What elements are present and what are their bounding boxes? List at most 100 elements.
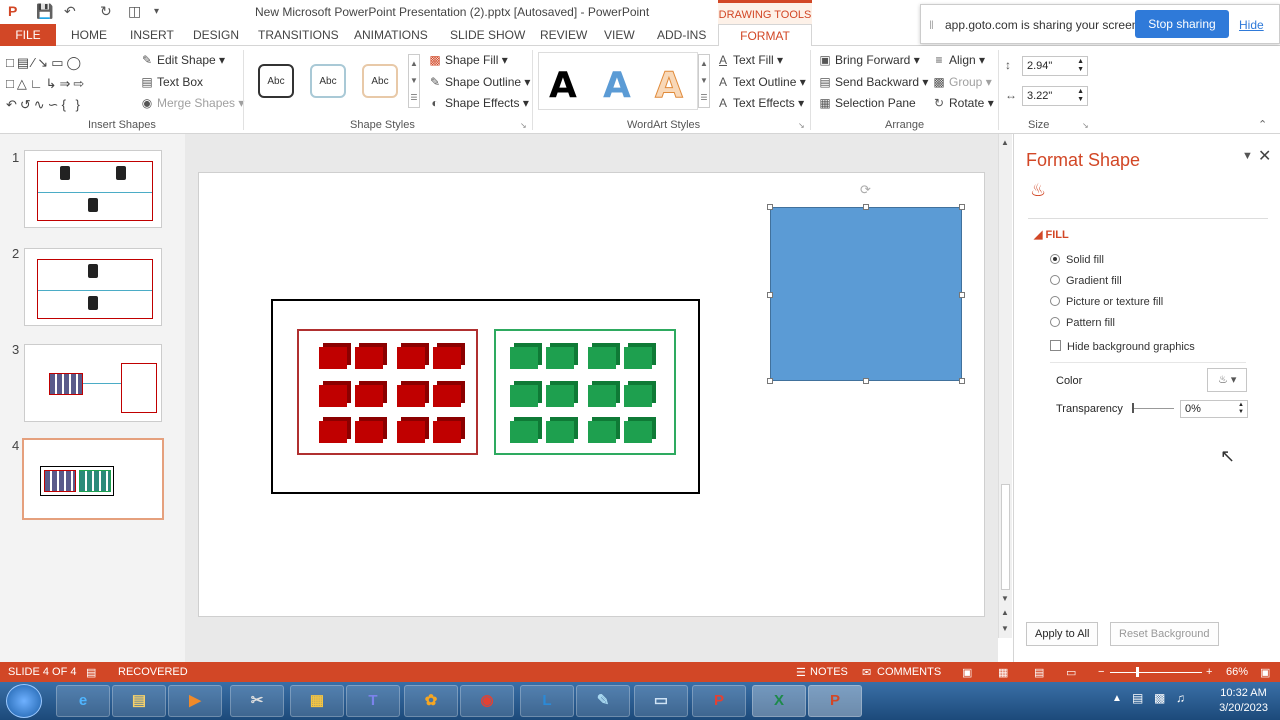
internet-explorer-icon[interactable]: e — [56, 685, 110, 717]
green-box-group[interactable] — [494, 329, 676, 455]
text-outline-button[interactable]: A Text Outline ▾ — [716, 75, 806, 89]
pattern-fill-option[interactable]: Pattern fill — [1050, 317, 1115, 329]
slide-thumbnail-3[interactable] — [24, 344, 162, 422]
shape-outline-button[interactable]: ✎ Shape Outline ▾ — [428, 75, 530, 89]
tab-insert[interactable]: INSERT — [130, 28, 174, 42]
slide-thumbnail-1[interactable] — [24, 150, 162, 228]
resize-handle[interactable] — [767, 204, 773, 210]
selected-blue-rectangle[interactable]: ⟳ — [767, 182, 965, 384]
height-spinner-icon[interactable]: ▲ ▼ — [1077, 58, 1084, 74]
file-explorer-icon[interactable]: ▤ — [112, 685, 166, 717]
show-hidden-icons-icon[interactable]: ▲ — [1112, 693, 1122, 704]
outer-group-rectangle[interactable] — [271, 299, 700, 494]
wordart-style-black[interactable]: A — [549, 65, 577, 106]
customize-quick-access-icon[interactable]: ▾ — [154, 6, 159, 17]
app-icon[interactable]: ✿ — [404, 685, 458, 717]
notes-button[interactable]: NOTES — [810, 666, 848, 678]
tab-format[interactable]: FORMAT — [718, 24, 812, 47]
spelling-icon[interactable]: ▤ — [86, 666, 96, 679]
text-fill-button[interactable]: A Text Fill ▾ — [716, 53, 783, 67]
radio[interactable] — [1050, 296, 1060, 306]
hide-link[interactable]: Hide — [1239, 18, 1264, 32]
slide-canvas[interactable]: ⟳ — [198, 172, 985, 617]
green-cube[interactable] — [510, 347, 538, 369]
chrome-icon[interactable]: ◉ — [460, 685, 514, 717]
reading-view-icon[interactable]: ▤ — [1034, 666, 1044, 679]
red-cube[interactable] — [319, 347, 347, 369]
pdf-app-icon[interactable]: P — [692, 685, 746, 717]
drag-handle-icon[interactable]: ‖ — [929, 18, 934, 32]
edit-shape-button[interactable]: ✎ Edit Shape ▾ — [140, 53, 225, 67]
slide-thumbnail-2[interactable] — [24, 248, 162, 326]
tab-home[interactable]: HOME — [71, 28, 107, 42]
green-cube[interactable] — [624, 385, 652, 407]
collapse-ribbon-icon[interactable]: ⌃ — [1258, 118, 1267, 131]
screen-app-icon[interactable]: ▭ — [634, 685, 688, 717]
resize-handle[interactable] — [767, 292, 773, 298]
dialog-launcher-icon[interactable]: ↘ — [520, 121, 527, 130]
red-cube[interactable] — [433, 347, 461, 369]
red-cube[interactable] — [397, 347, 425, 369]
lync-icon[interactable]: L — [520, 685, 574, 717]
shape-effects-button[interactable]: ◐ Shape Effects ▾ — [428, 96, 528, 110]
dialog-launcher-icon[interactable]: ↘ — [1082, 121, 1089, 130]
align-button[interactable]: ≡ Align ▾ — [932, 53, 985, 67]
green-cube[interactable] — [546, 347, 574, 369]
tab-design[interactable]: DESIGN — [193, 28, 239, 42]
text-effects-button[interactable]: A Text Effects ▾ — [716, 96, 804, 110]
fit-slide-icon[interactable]: ▣ — [1260, 666, 1270, 679]
zoom-slider[interactable] — [1110, 667, 1202, 677]
merge-shapes-button[interactable]: ◉ Merge Shapes ▾ — [140, 96, 245, 110]
teams-icon[interactable]: T — [346, 685, 400, 717]
wordart-gallery[interactable]: A A A — [538, 52, 698, 110]
red-cube[interactable] — [397, 385, 425, 407]
red-cube[interactable] — [319, 385, 347, 407]
tab-animations[interactable]: ANIMATIONS — [354, 28, 428, 42]
red-cube[interactable] — [433, 385, 461, 407]
comments-button[interactable]: COMMENTS — [877, 666, 941, 678]
green-cube[interactable] — [510, 385, 538, 407]
resize-handle[interactable] — [959, 204, 965, 210]
resize-handle[interactable] — [863, 204, 869, 210]
gradient-fill-option[interactable]: Gradient fill — [1050, 275, 1122, 287]
signal-icon[interactable]: ▩ — [1154, 691, 1165, 705]
slider-thumb[interactable] — [1132, 403, 1134, 413]
scroll-down-icon[interactable]: ▼ — [1001, 594, 1009, 603]
green-cube[interactable] — [588, 347, 616, 369]
red-cube[interactable] — [355, 347, 383, 369]
selection-pane-button[interactable]: ▦ Selection Pane — [818, 96, 915, 110]
shape-width-input[interactable]: 3.22" ▲ ▼ — [1022, 86, 1088, 106]
powerpoint-taskbar-icon[interactable]: P — [808, 685, 862, 717]
rotate-handle-icon[interactable]: ⟳ — [860, 182, 871, 198]
radio[interactable] — [1050, 317, 1060, 327]
slide-sorter-icon[interactable]: ▦ — [998, 666, 1008, 679]
next-slide-icon[interactable]: ▼ — [1001, 624, 1009, 633]
scrollbar-thumb[interactable] — [1001, 484, 1010, 590]
solid-fill-option[interactable]: Solid fill — [1050, 254, 1104, 266]
reset-background-button[interactable]: Reset Background — [1110, 622, 1219, 646]
snipping-tool-icon[interactable]: ✂ — [230, 685, 284, 717]
fill-section-header[interactable]: ◢ FILL — [1034, 228, 1069, 241]
slideshow-icon[interactable]: ▭ — [1066, 666, 1076, 679]
wordart-scroll[interactable]: ▲ ▼ ☰ — [698, 54, 710, 108]
radio-selected[interactable] — [1050, 254, 1060, 264]
hide-background-option[interactable]: Hide background graphics — [1050, 340, 1195, 353]
stop-sharing-button[interactable]: Stop sharing — [1135, 10, 1229, 38]
resize-handle[interactable] — [767, 378, 773, 384]
fill-line-paint-bucket-icon[interactable]: ♨ — [1030, 180, 1046, 201]
rotate-button[interactable]: ↻ Rotate ▾ — [932, 96, 994, 110]
media-player-icon[interactable]: ▶ — [168, 685, 222, 717]
red-box-group[interactable] — [297, 329, 478, 455]
green-cube[interactable] — [588, 421, 616, 443]
transparency-slider[interactable] — [1132, 403, 1174, 413]
red-cube[interactable] — [397, 421, 425, 443]
notepad-icon[interactable]: ✎ — [576, 685, 630, 717]
network-icon[interactable]: ▤ — [1132, 691, 1143, 705]
resize-handle[interactable] — [863, 378, 869, 384]
pane-options-icon[interactable]: ▼ — [1242, 150, 1253, 162]
green-cube[interactable] — [624, 421, 652, 443]
start-button-icon[interactable] — [6, 684, 42, 718]
resize-handle[interactable] — [959, 378, 965, 384]
wordart-style-blue[interactable]: A — [603, 65, 631, 106]
red-cube[interactable] — [319, 421, 347, 443]
